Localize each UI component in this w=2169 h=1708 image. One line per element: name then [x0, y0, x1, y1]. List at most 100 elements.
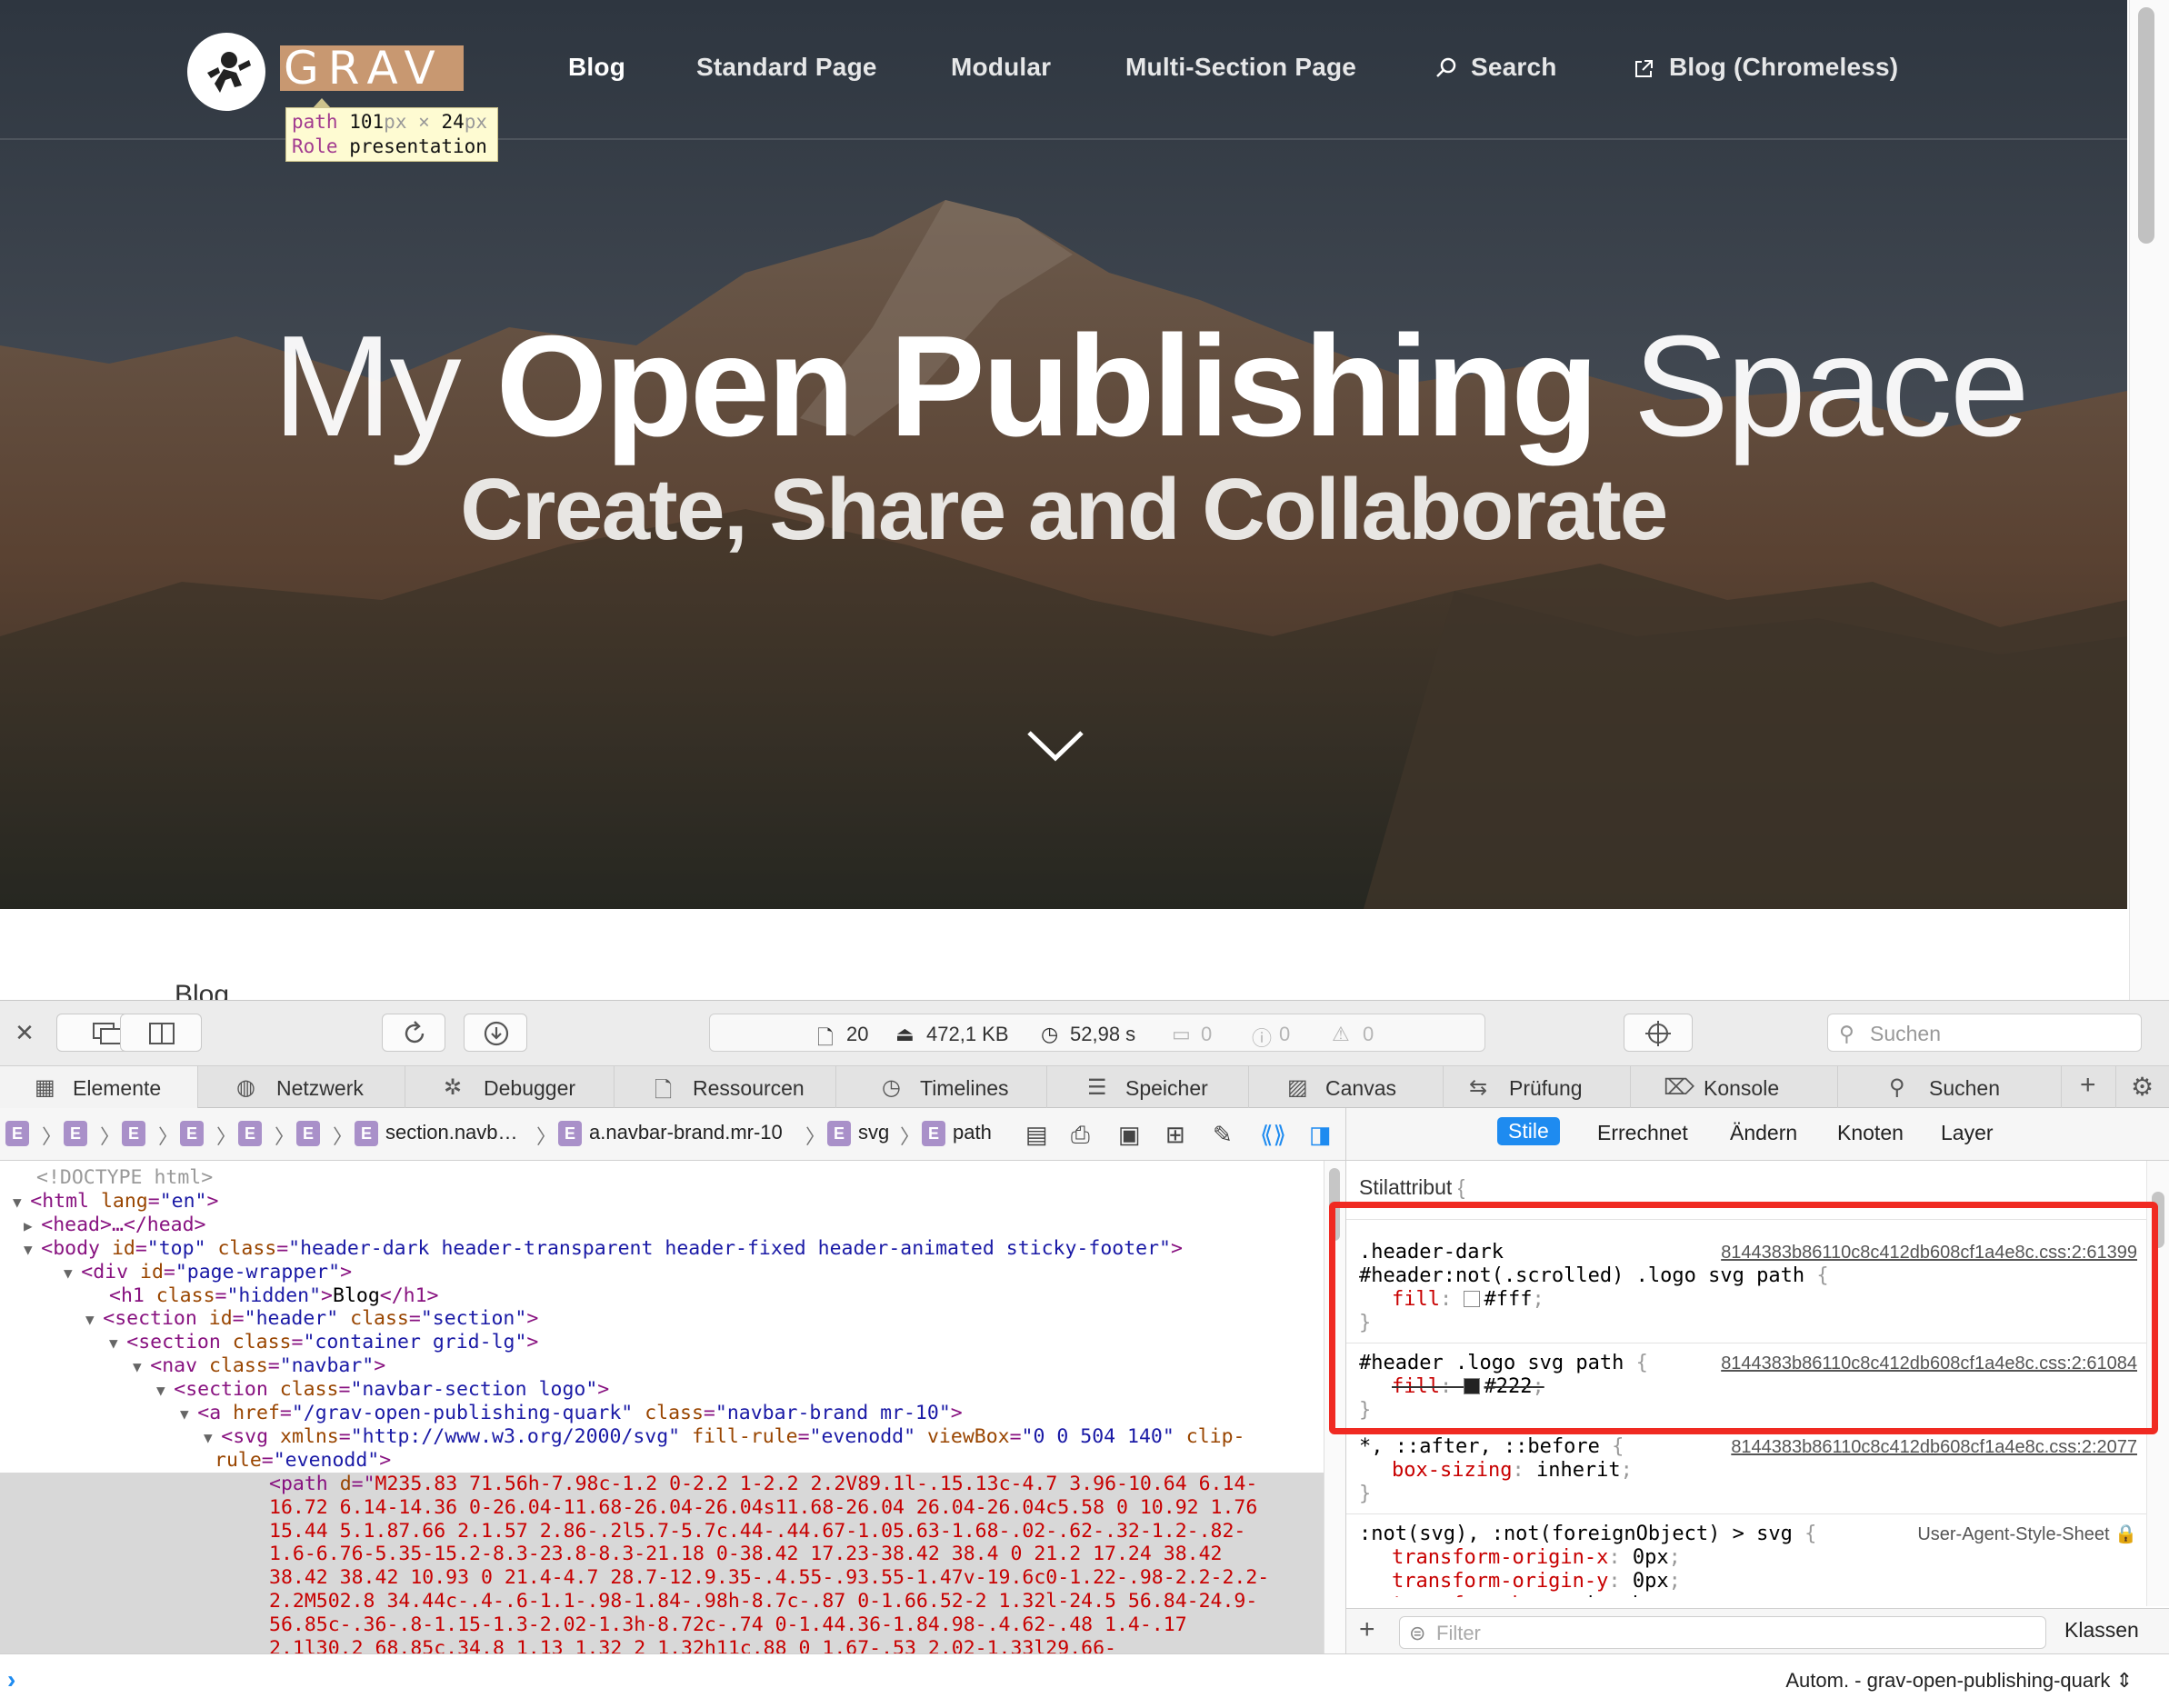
breadcrumb-item-svg[interactable]: Esvg	[827, 1121, 889, 1147]
nav-search[interactable]: Search	[1471, 53, 1557, 82]
shadow-icon[interactable]: ▣	[1118, 1121, 1141, 1149]
dom-tree-node[interactable]: ▶ <head>…</head>	[24, 1214, 206, 1238]
tab-konsole[interactable]: ⌦ Konsole	[1631, 1066, 1838, 1108]
settings-button[interactable]: ⚙	[2116, 1066, 2169, 1108]
execution-context-select[interactable]: Autom. - grav-open-publishing-quark ⇕	[1785, 1669, 2133, 1693]
dom-tree-node[interactable]: ▼ <section class="navbar-section logo">	[156, 1378, 609, 1403]
filter-input[interactable]: ⊜ Filter	[1399, 1616, 2046, 1649]
console-prompt-bar[interactable]: › Autom. - grav-open-publishing-quark ⇕	[0, 1653, 2169, 1708]
nav-multi-section-page[interactable]: Multi-Section Page	[1125, 53, 1356, 82]
disclosure-triangle-icon[interactable]: ▼	[156, 1382, 174, 1399]
tab-elemente[interactable]: ▦ Elemente	[0, 1066, 198, 1108]
tab-netzwerk[interactable]: ◍ Netzwerk	[198, 1066, 405, 1108]
dom-tree-node[interactable]: ▼ <nav class="navbar">	[133, 1354, 385, 1379]
tab-canvas[interactable]: ▨ Canvas	[1249, 1066, 1444, 1108]
nav-modular[interactable]: Modular	[951, 53, 1051, 82]
print-icon[interactable]: ⎙	[1071, 1121, 1090, 1150]
dashboard[interactable]: 🗋 20 ⏏ 472,1 KB ◷ 52,98 s ▭ 0 ⓘ 0 ⚠ 0	[709, 1014, 1485, 1052]
inspect-element-button[interactable]	[1624, 1014, 1693, 1052]
tag-name: <head	[41, 1213, 100, 1236]
disclosure-triangle-icon[interactable]: ▼	[204, 1429, 221, 1446]
add-tab-button[interactable]: +	[2062, 1066, 2116, 1108]
breadcrumb-item[interactable]: E	[122, 1121, 153, 1147]
grid-icon[interactable]: ⊞	[1165, 1121, 1185, 1149]
sidebar-tab-errechnet[interactable]: Errechnet	[1597, 1121, 1688, 1145]
dom-tree-node[interactable]: ▼ <html lang="en">	[13, 1190, 218, 1214]
add-rule-plus-icon[interactable]: +	[1359, 1614, 1375, 1645]
breadcrumb-item-path[interactable]: Epath	[922, 1121, 992, 1147]
paint-brush-icon[interactable]: ✎	[1213, 1121, 1233, 1149]
reload-button[interactable]	[382, 1014, 445, 1052]
disclosure-triangle-icon[interactable]: ▼	[24, 1241, 41, 1258]
breadcrumb-item[interactable]: E	[5, 1121, 36, 1147]
disclosure-triangle-icon[interactable]: ▶	[24, 1217, 41, 1234]
breadcrumb-item[interactable]: E	[180, 1121, 211, 1147]
path-d-continuation[interactable]: 16.72 6.14-14.36 0-26.04-11.68-26.04-26.…	[269, 1496, 1257, 1520]
hero-section: GRAV path 101px × 24px Role presentation…	[0, 0, 2127, 909]
search-icon[interactable]	[1434, 56, 1458, 80]
sidebar-tab-knoten[interactable]: Knoten	[1837, 1121, 1904, 1145]
toggle-sidebar-icon[interactable]: ◨	[1309, 1121, 1332, 1149]
tag-name: <a	[197, 1402, 222, 1424]
rule-selector[interactable]: :not(svg), :not(foreignObject) > svg {	[1359, 1523, 1816, 1546]
dom-tree-node[interactable]: ▼ <a href="/grav-open-publishing-quark" …	[180, 1402, 963, 1426]
rule-selector[interactable]: *, ::after, ::before {	[1359, 1435, 1624, 1459]
code-token: >…</head>	[100, 1213, 206, 1236]
dom-tree-node[interactable]: ▼ <div id="page-wrapper">	[64, 1261, 352, 1285]
inspector-search-input[interactable]: ⚲ Suchen	[1827, 1014, 2142, 1052]
disclosure-triangle-icon[interactable]: ▼	[85, 1311, 103, 1328]
tab-timelines[interactable]: ◷ Timelines	[836, 1066, 1047, 1108]
tab-speicher[interactable]: ☰ Speicher	[1047, 1066, 1249, 1108]
errors-count: 0	[1279, 1023, 1291, 1045]
rule-source-link[interactable]: 8144383b86110c8c412db608cf1a4e8c.css:2:2…	[1731, 1435, 2137, 1459]
dom-tree-node[interactable]: <h1 class="hidden">Blog</h1>	[109, 1284, 439, 1308]
path-d-continuation[interactable]: 2.1l30.2 68.85c.34.8 1.13 1.32 2 1.32h11…	[269, 1637, 1116, 1653]
tab-pruefung[interactable]: ⇆ Prüfung	[1444, 1066, 1631, 1108]
path-d-continuation[interactable]: 1.6-6.76-5.35-15.2-8.3-23.8-8.3-21.18 0-…	[269, 1543, 1222, 1566]
rule-property[interactable]: box-sizing: inherit;	[1392, 1459, 1633, 1483]
dock-side-button[interactable]	[120, 1014, 202, 1052]
nav-blog-chromeless[interactable]: Blog (Chromeless)	[1669, 53, 1898, 82]
tab-suchen[interactable]: ⚲ Suchen	[1838, 1066, 2062, 1108]
breadcrumb-item[interactable]: E	[238, 1121, 269, 1147]
tab-label: Konsole	[1704, 1076, 1780, 1100]
dom-tree-node[interactable]: <!DOCTYPE html>	[36, 1166, 213, 1190]
tab-ressourcen[interactable]: 🗋 Ressourcen	[615, 1066, 836, 1108]
source-code-icon[interactable]: ⟪⟫	[1260, 1121, 1286, 1149]
path-d-continuation[interactable]: 2.2M502.8 34.44c-.4-.6-1.1-.98-1.84-.98h…	[269, 1590, 1257, 1613]
disclosure-triangle-icon[interactable]: ▼	[64, 1264, 81, 1282]
nav-blog[interactable]: Blog	[568, 53, 625, 82]
dom-tree-node[interactable]: ▼ <body id="top" class="header-dark head…	[24, 1237, 1183, 1262]
page-scrollbar-thumb[interactable]	[2138, 7, 2154, 244]
disclosure-triangle-icon[interactable]: ▼	[133, 1358, 150, 1375]
sidebar-tab-aendern[interactable]: Ändern	[1730, 1121, 1797, 1145]
breadcrumb-item-anchor[interactable]: Ea.navbar-brand.mr-10	[558, 1121, 783, 1147]
classes-button[interactable]: Klassen	[2064, 1618, 2139, 1643]
grav-logo-wordmark[interactable]: GRAV	[280, 45, 464, 91]
dom-tree-node[interactable]: ▼ <section id="header" class="section">	[85, 1307, 538, 1332]
path-d-continuation[interactable]: 15.44 5.1.87.66 2.1.57 2.86-.2l5.7-5.7c.…	[269, 1520, 1245, 1543]
breadcrumb-item[interactable]: E	[64, 1121, 95, 1147]
disclosure-triangle-icon[interactable]: ▼	[13, 1194, 30, 1211]
disclosure-triangle-icon[interactable]: ▼	[109, 1334, 126, 1352]
download-button[interactable]	[464, 1014, 527, 1052]
path-d-continuation[interactable]: 38.42 38.42 10.93 0 21.4-4.7 28.7-12.9.3…	[269, 1566, 1269, 1590]
nav-standard-page[interactable]: Standard Page	[696, 53, 877, 82]
dom-tree-node[interactable]: rule="evenodd">	[215, 1449, 391, 1473]
layout-grid-icon[interactable]: ▤	[1025, 1121, 1048, 1149]
dom-tree-node[interactable]: ▼ <svg xmlns="http://www.w3.org/2000/svg…	[204, 1425, 1245, 1450]
path-d-continuation[interactable]: 56.85c-.36-.8-1.15-1.3-2.02-1.3h-8.72c-.…	[269, 1613, 1187, 1637]
dom-tree-node[interactable]: ▼ <section class="container grid-lg">	[109, 1331, 538, 1355]
dom-tree-node-selected-path[interactable]: <path d="M235.83 71.56h-7.98c-1.2 0-2.2 …	[269, 1473, 1257, 1496]
breadcrumb-item-section[interactable]: Esection.navb…	[355, 1121, 518, 1147]
tab-debugger[interactable]: ✲ Debugger	[405, 1066, 615, 1108]
sidebar-tab-layer[interactable]: Layer	[1941, 1121, 1994, 1145]
chevron-down-icon[interactable]	[1025, 727, 1085, 764]
close-icon[interactable]: ✕	[13, 1014, 36, 1052]
breadcrumb-item[interactable]: E	[296, 1121, 327, 1147]
external-link-icon[interactable]	[1633, 58, 1654, 80]
dom-tree[interactable]: <!DOCTYPE html> ▼ <html lang="en"> ▶ <head…	[0, 1161, 1324, 1653]
sidebar-tab-stile[interactable]: Stile	[1497, 1117, 1560, 1145]
disclosure-triangle-icon[interactable]: ▼	[180, 1405, 197, 1423]
grav-astronaut-logo-icon[interactable]	[187, 33, 265, 111]
